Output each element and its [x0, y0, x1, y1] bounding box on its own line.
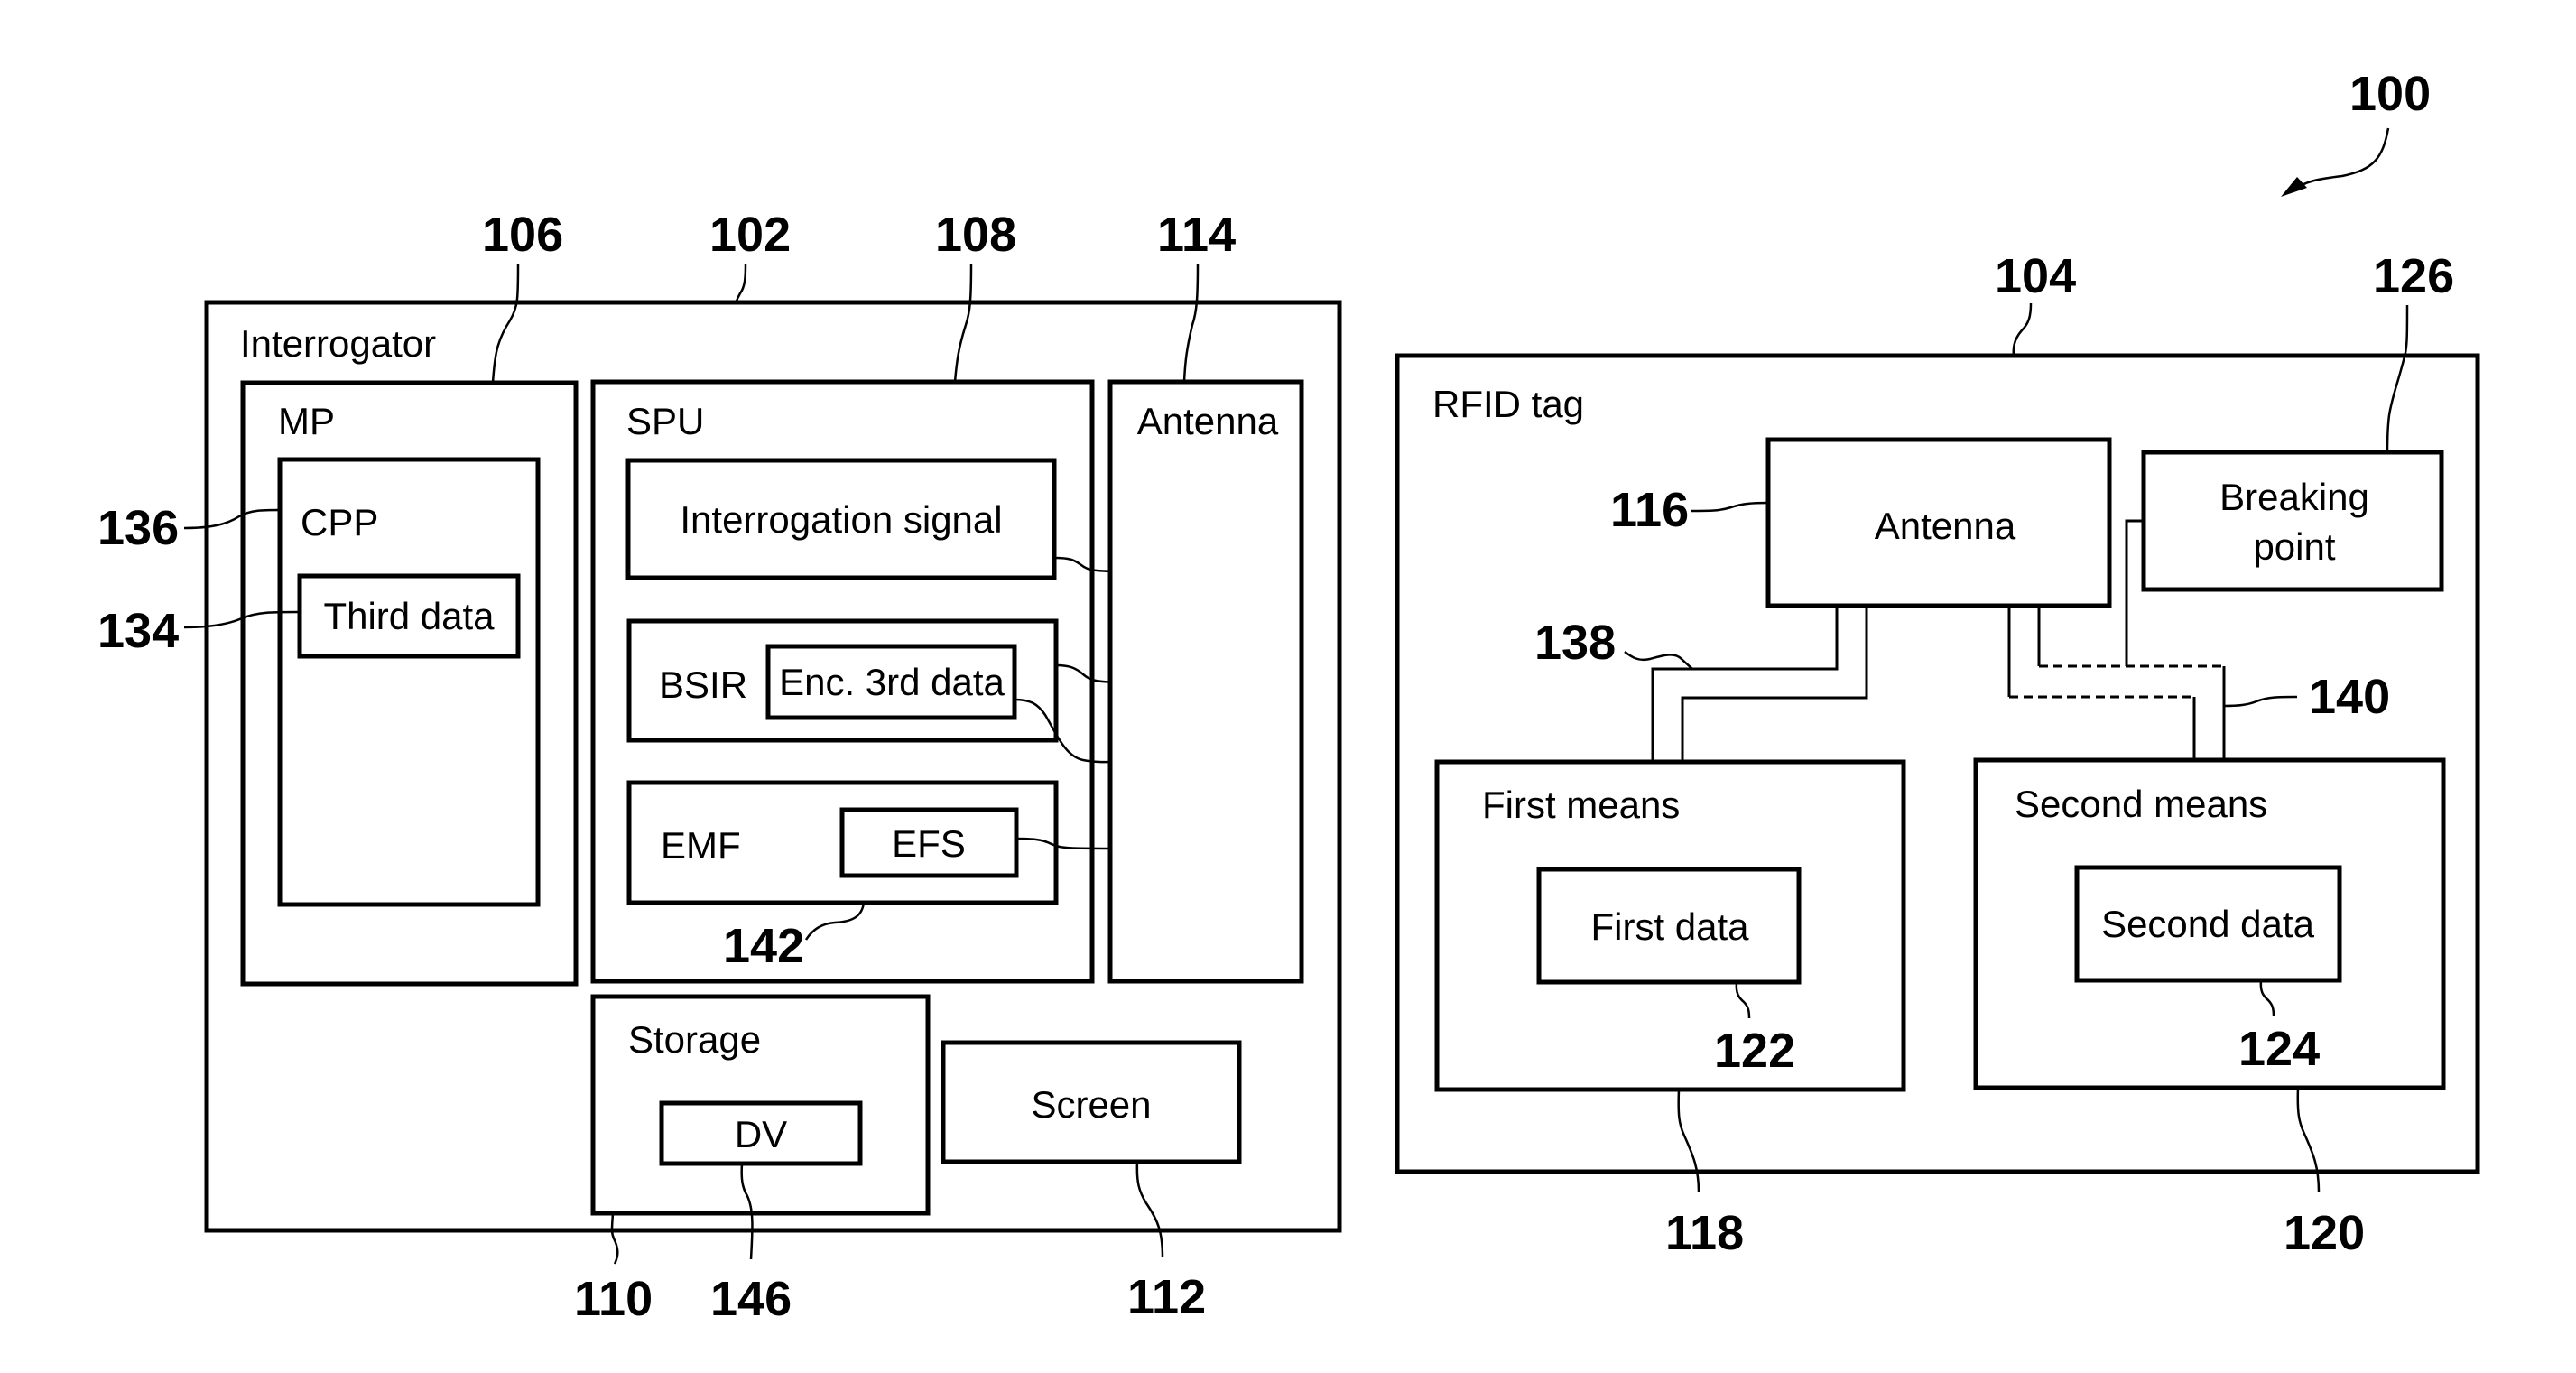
emf-label: EMF [661, 824, 741, 867]
arrowhead-icon [2281, 177, 2307, 197]
breaking-point-label-line2: point [2253, 525, 2335, 568]
ref-124-label: 124 [2238, 1022, 2320, 1076]
rfid-antenna-label: Antenna [1875, 505, 2016, 547]
ref-116-label: 116 [1610, 483, 1689, 537]
ref-146-label: 146 [710, 1272, 792, 1326]
ref-102-leader [734, 263, 747, 304]
ref-138-label: 138 [1534, 616, 1616, 670]
ref-120-label: 120 [2284, 1206, 2365, 1260]
second-means-label: Second means [2015, 783, 2267, 825]
breaking-point-box [2141, 450, 2444, 592]
patent-figure: 100 Interrogator 106 102 108 114 MP CPP … [97, 67, 2480, 1326]
interrogation-signal-label: Interrogation signal [680, 498, 1002, 541]
breaking-point-label-line1: Breaking [2219, 476, 2369, 518]
bsir-label: BSIR [659, 663, 747, 706]
dv-label: DV [735, 1113, 787, 1155]
first-means-label: First means [1482, 784, 1680, 826]
first-data-label: First data [1590, 905, 1749, 948]
spu-label: SPU [626, 400, 704, 442]
ref-140-label: 140 [2309, 670, 2390, 724]
ref-100-label: 100 [2349, 67, 2431, 121]
cpp-label: CPP [301, 501, 378, 543]
ref-102-label: 102 [709, 208, 791, 262]
rfid-tag-label: RFID tag [1432, 383, 1584, 425]
ref-126-label: 126 [2373, 249, 2454, 303]
ref-114-label: 114 [1157, 208, 1236, 262]
ref-136-label: 136 [97, 501, 179, 555]
figure-arrow-icon [2290, 127, 2390, 193]
ref-104-leader [2012, 302, 2033, 357]
screen-label: Screen [1031, 1083, 1151, 1126]
second-data-label: Second data [2101, 903, 2315, 945]
ref-112-label: 112 [1127, 1270, 1206, 1324]
interrogator-antenna-box [1107, 379, 1304, 984]
ref-142-label: 142 [723, 919, 804, 973]
enc-third-data-label: Enc. 3rd data [779, 661, 1005, 703]
ref-106-label: 106 [482, 208, 563, 262]
ref-122-label: 122 [1714, 1024, 1795, 1078]
interrogator-label: Interrogator [240, 322, 436, 365]
ref-118-label: 118 [1665, 1206, 1744, 1260]
ref-134-label: 134 [97, 604, 179, 658]
ref-108-label: 108 [935, 208, 1016, 262]
efs-label: EFS [892, 822, 966, 865]
storage-label: Storage [628, 1018, 761, 1061]
mp-label: MP [278, 400, 335, 442]
ref-104-label: 104 [1995, 249, 2076, 303]
interrogator-antenna-label: Antenna [1137, 400, 1279, 442]
third-data-label: Third data [323, 595, 495, 637]
ref-110-label: 110 [574, 1272, 653, 1326]
